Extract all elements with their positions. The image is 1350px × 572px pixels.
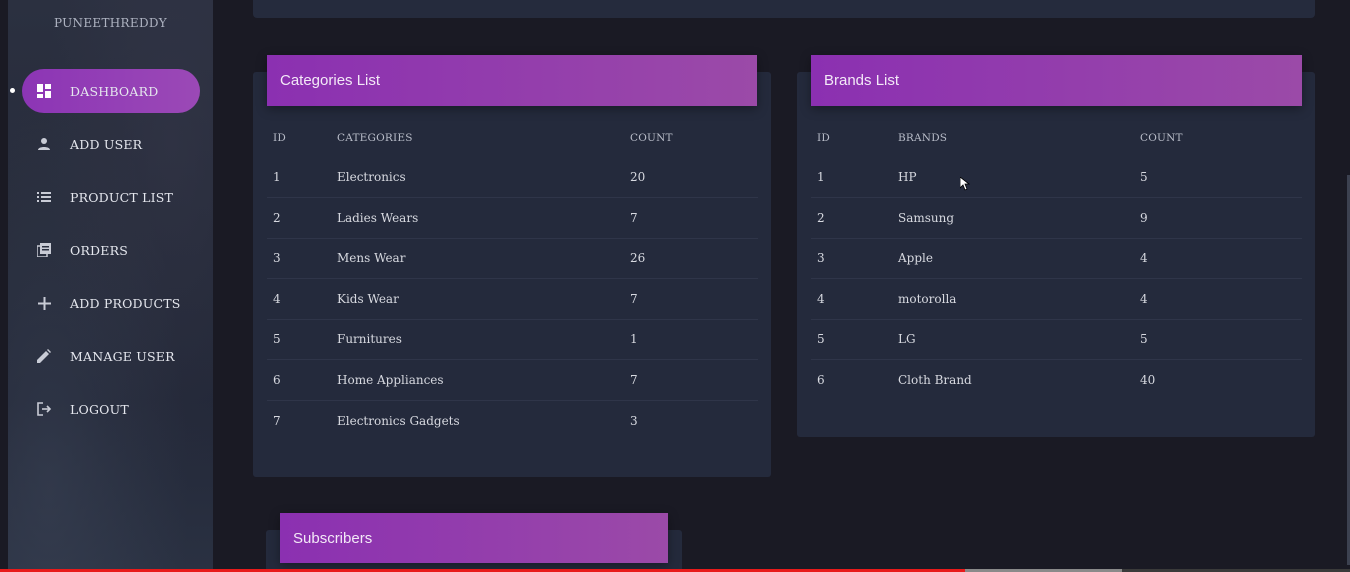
cell-id: 6 <box>811 359 898 400</box>
table-row: 2 Samsung 9 <box>811 197 1302 238</box>
cell-count: 3 <box>630 399 758 441</box>
cell-count: 4 <box>1140 278 1302 319</box>
sidebar-item-product-list[interactable]: PRODUCT LIST <box>8 175 213 219</box>
cell-count: 5 <box>1140 170 1148 184</box>
cell-id: 3 <box>267 237 337 279</box>
cell-name: HP <box>898 170 917 184</box>
cell-name: Samsung <box>898 197 1140 238</box>
sidebar: PUNEETHREDDY DASHBOARD ADD USER PRODUCT … <box>8 0 213 572</box>
table-row: 7 Electronics Gadgets 3 <box>267 399 758 441</box>
column-header-brands: BRANDS <box>898 132 948 144</box>
sidebar-nav: DASHBOARD ADD USER PRODUCT LIST ORDERS A… <box>8 69 213 440</box>
cell-id: 1 <box>273 170 281 184</box>
categories-table: ID CATEGORIES COUNT 1 Electronics 20 2 Ladi… <box>267 119 758 441</box>
sidebar-item-label: DASHBOARD <box>70 83 159 99</box>
table-row: 4 motorolla 4 <box>811 278 1302 319</box>
table-row: 2 Ladies Wears 7 <box>267 197 758 238</box>
sidebar-item-label: PRODUCT LIST <box>70 189 174 205</box>
plus-icon <box>36 295 52 311</box>
cell-name: LG <box>898 318 1140 360</box>
table-row: 6 Home Appliances 7 <box>267 359 758 400</box>
cell-id: 6 <box>267 359 337 400</box>
sidebar-item-add-products[interactable]: ADD PRODUCTS <box>8 281 213 325</box>
column-header-id: ID <box>817 132 830 144</box>
cell-count: 26 <box>630 237 758 279</box>
cell-name: Furnitures <box>337 318 630 360</box>
column-header-categories: CATEGORIES <box>337 132 413 144</box>
cell-name: Kids Wear <box>337 278 630 319</box>
cell-id: 4 <box>267 278 337 319</box>
column-header-count: COUNT <box>1140 132 1183 144</box>
cell-count: 7 <box>630 359 758 400</box>
table-row: 6 Cloth Brand 40 <box>811 359 1302 400</box>
table-header-row: ID CATEGORIES COUNT <box>267 119 758 157</box>
cell-name: Apple <box>898 237 1140 279</box>
sidebar-item-label: LOGOUT <box>70 401 129 417</box>
sidebar-item-add-user[interactable]: ADD USER <box>8 122 213 166</box>
mouse-cursor-icon <box>960 177 970 191</box>
table-row: 3 Apple 4 <box>811 237 1302 279</box>
cell-count: 5 <box>1140 318 1302 360</box>
table-row: 4 Kids Wear 7 <box>267 278 758 319</box>
column-header-count: COUNT <box>630 132 673 144</box>
categories-title: Categories List <box>280 72 381 89</box>
brands-card-header: Brands List <box>811 55 1302 106</box>
cell-id: 5 <box>267 318 337 360</box>
sidebar-item-orders[interactable]: ORDERS <box>8 228 213 272</box>
table-row: 5 LG 5 <box>811 318 1302 360</box>
cell-name: motorolla <box>898 278 1140 319</box>
cell-id: 2 <box>811 197 898 238</box>
subscribers-card-header: Subscribers <box>280 513 668 563</box>
top-card-edge <box>253 0 1315 18</box>
table-row: 3 Mens Wear 26 <box>267 237 758 279</box>
cell-count: 4 <box>1140 237 1302 279</box>
orders-icon <box>36 242 52 258</box>
cell-id: 7 <box>267 399 337 441</box>
brands-table: ID BRANDS COUNT 1 HP 5 2 Samsung 9 3 Apple 4 4… <box>811 119 1302 400</box>
cell-id: 4 <box>811 278 898 319</box>
pencil-icon <box>36 348 52 364</box>
table-row: 1 HP 5 <box>811 157 1302 198</box>
cell-name: Electronics Gadgets <box>337 399 630 441</box>
cell-count: 20 <box>630 170 646 184</box>
sidebar-item-label: MANAGE USER <box>70 348 175 364</box>
cell-name: Home Appliances <box>337 359 630 400</box>
dashboard-icon <box>36 83 52 99</box>
cell-count: 9 <box>1140 197 1302 238</box>
subscribers-title: Subscribers <box>293 529 373 547</box>
table-row: 1 Electronics 20 <box>267 157 758 198</box>
cell-count: 7 <box>630 278 758 319</box>
logout-icon <box>36 401 52 417</box>
cell-name: Mens Wear <box>337 237 630 279</box>
list-icon <box>36 189 52 205</box>
cell-id: 1 <box>817 170 825 184</box>
cell-id: 5 <box>811 318 898 360</box>
table-header-row: ID BRANDS COUNT <box>811 119 1302 157</box>
active-indicator <box>10 88 15 93</box>
sidebar-item-logout[interactable]: LOGOUT <box>8 387 213 431</box>
brand-name: PUNEETHREDDY <box>53 16 168 30</box>
user-icon <box>36 136 52 152</box>
cell-id: 2 <box>267 197 337 238</box>
categories-card-header: Categories List <box>267 55 757 106</box>
sidebar-item-manage-user[interactable]: MANAGE USER <box>8 334 213 378</box>
cell-count: 7 <box>630 197 758 238</box>
cell-name: Ladies Wears <box>337 197 630 238</box>
brands-title: Brands List <box>824 72 900 89</box>
sidebar-item-label: ADD USER <box>70 136 143 152</box>
cell-name: Electronics <box>337 170 406 184</box>
sidebar-item-label: ADD PRODUCTS <box>70 295 181 311</box>
table-row: 5 Furnitures 1 <box>267 318 758 360</box>
cell-count: 40 <box>1140 359 1302 400</box>
sidebar-item-dashboard[interactable]: DASHBOARD <box>22 69 200 113</box>
cell-id: 3 <box>811 237 898 279</box>
cell-count: 1 <box>630 318 758 360</box>
column-header-id: ID <box>273 132 286 144</box>
cell-name: Cloth Brand <box>898 359 1140 400</box>
sidebar-item-label: ORDERS <box>70 242 128 258</box>
